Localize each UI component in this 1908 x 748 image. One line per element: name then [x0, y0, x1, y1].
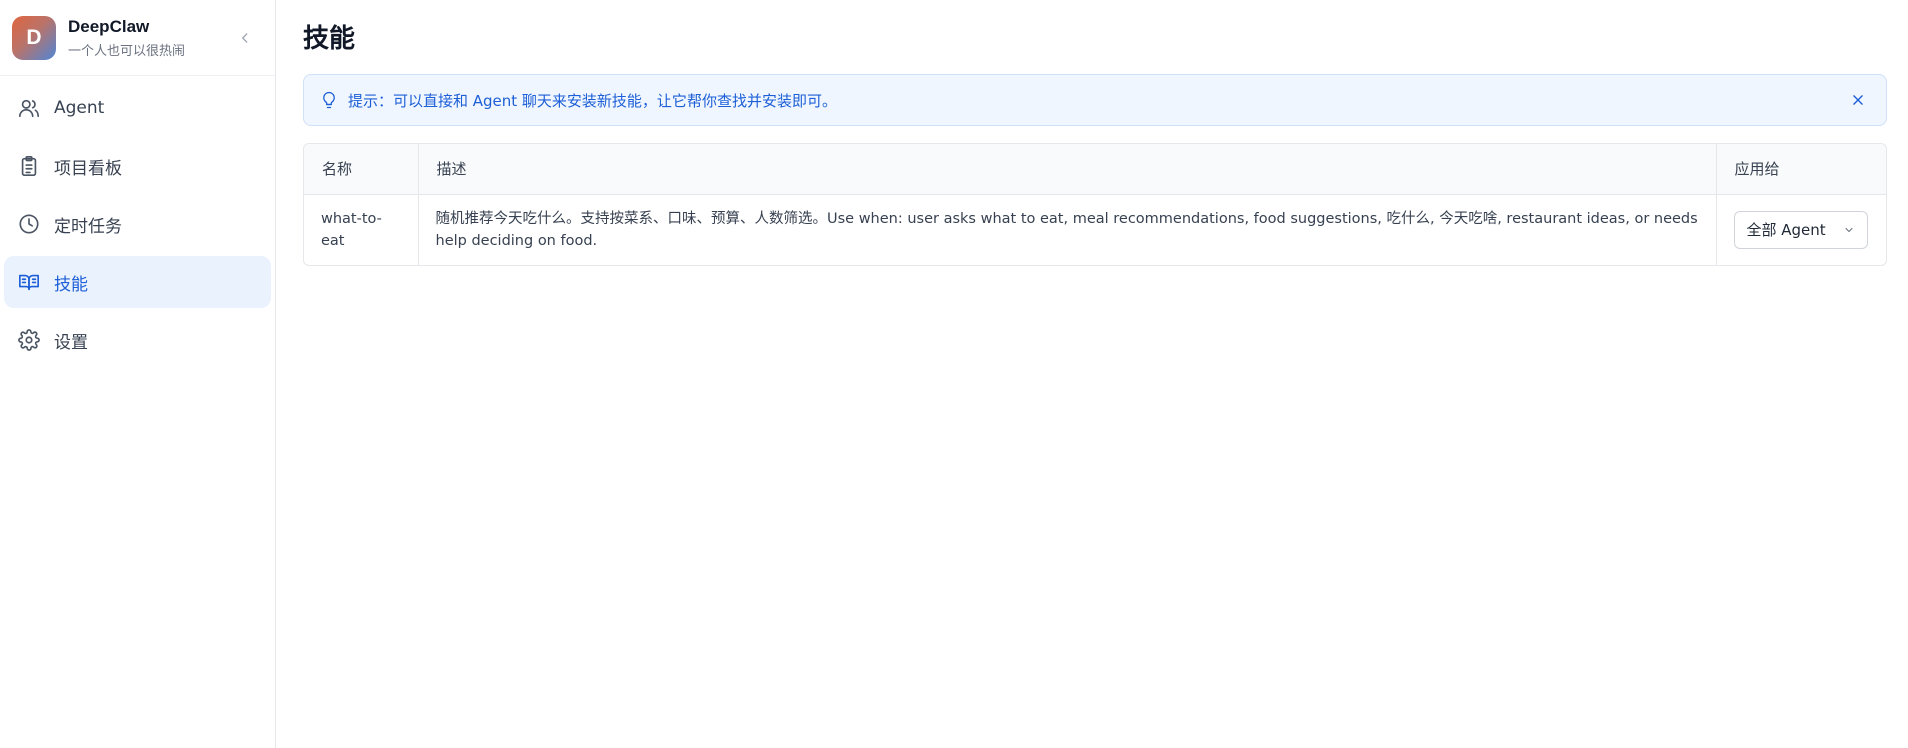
apply-to-select[interactable]: 全部 Agent	[1733, 210, 1868, 249]
app-logo: D	[12, 15, 56, 60]
skills-table: 名称 描述 应用给 what-to-eat 随机推荐今天吃什么。支持按菜系、口味…	[303, 143, 1887, 266]
tip-close-button[interactable]	[1848, 90, 1868, 110]
chevron-left-icon	[242, 33, 248, 43]
chevron-down-icon	[1844, 227, 1853, 232]
column-header-name: 名称	[304, 144, 418, 195]
brand-header: D DeepClaw 一个人也可以很热闹	[0, 0, 275, 76]
clipboard-icon	[16, 153, 42, 179]
sidebar-item-agent[interactable]: Agent	[4, 82, 271, 134]
sidebar-item-label: 定时任务	[54, 216, 122, 237]
apply-to-value: 全部 Agent	[1746, 220, 1826, 239]
users-icon	[16, 95, 42, 121]
book-open-icon	[16, 269, 42, 295]
sidebar-item-label: Agent	[54, 98, 105, 118]
close-icon	[1853, 95, 1863, 105]
table-header-row: 名称 描述 应用给	[304, 144, 1886, 195]
sidebar-item-label: 技能	[54, 274, 88, 295]
skill-apply-cell: 全部 Agent	[1715, 194, 1886, 265]
sidebar-nav: Agent 项目看板 定时任务 技能 设置	[0, 76, 275, 378]
tip-banner: 提示：可以直接和 Agent 聊天来安装新技能，让它帮你查找并安装即可。	[303, 74, 1887, 126]
skill-description: 随机推荐今天吃什么。支持按菜系、口味、预算、人数筛选。Use when: use…	[417, 194, 1716, 265]
app-subtitle: 一个人也可以很热闹	[68, 43, 186, 59]
main-content: 技能 提示：可以直接和 Agent 聊天来安装新技能，让它帮你查找并安装即可。 …	[276, 0, 1908, 748]
column-header-apply-to: 应用给	[1715, 144, 1886, 195]
sidebar: D DeepClaw 一个人也可以很热闹 Agent 项目看板 定时任务 技能 …	[0, 0, 276, 748]
clock-icon	[16, 211, 42, 237]
sidebar-item-settings[interactable]: 设置	[4, 314, 271, 366]
skill-name: what-to-eat	[321, 210, 382, 249]
column-header-description: 描述	[417, 144, 1716, 195]
tip-text: 提示：可以直接和 Agent 聊天来安装新技能，让它帮你查找并安装即可。	[348, 91, 837, 110]
brand-text: DeepClaw 一个人也可以很热闹	[68, 17, 185, 59]
gear-icon	[16, 327, 42, 353]
table-row: what-to-eat 随机推荐今天吃什么。支持按菜系、口味、预算、人数筛选。U…	[304, 194, 1886, 265]
sidebar-item-project-board[interactable]: 项目看板	[4, 140, 271, 192]
app-name: DeepClaw	[68, 16, 150, 36]
sidebar-item-label: 设置	[54, 332, 88, 353]
sidebar-item-label: 项目看板	[54, 158, 122, 179]
lightbulb-icon	[323, 91, 335, 109]
collapse-sidebar-button[interactable]	[233, 26, 257, 50]
sidebar-item-skills[interactable]: 技能	[4, 256, 271, 308]
page-title: 技能	[303, 24, 356, 54]
app-root: D DeepClaw 一个人也可以很热闹 Agent 项目看板 定时任务 技能 …	[0, 0, 1908, 748]
sidebar-item-scheduled-tasks[interactable]: 定时任务	[4, 198, 271, 250]
